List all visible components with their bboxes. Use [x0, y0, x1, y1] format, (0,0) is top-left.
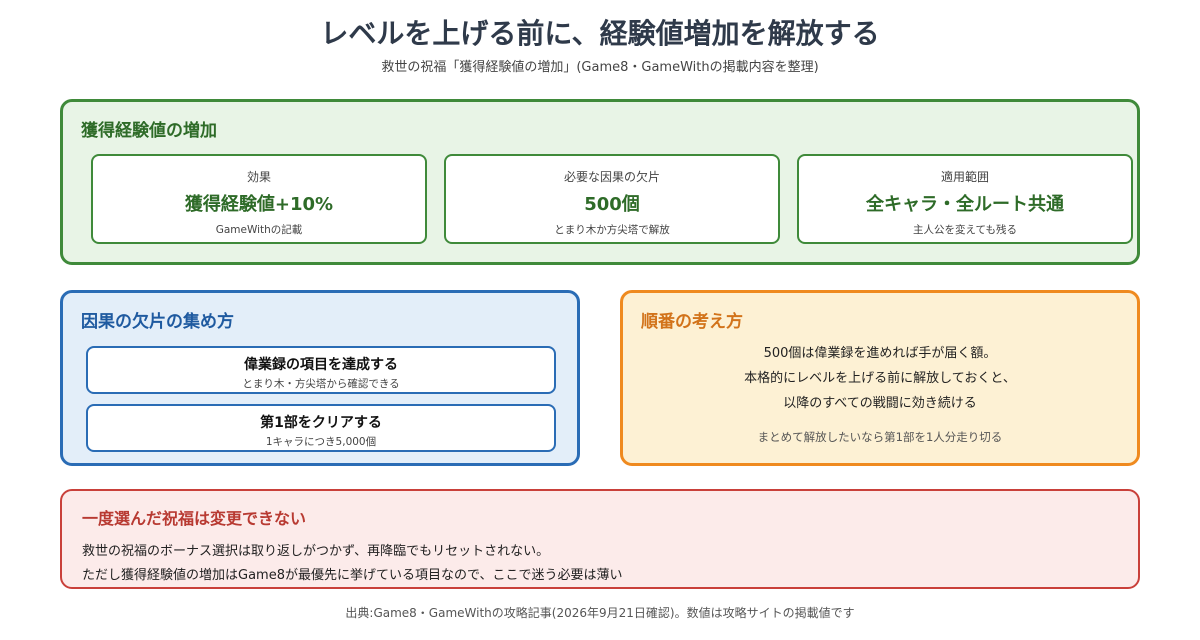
effect-label: 効果	[246, 170, 271, 184]
order-line: 本格的にレベルを上げる前に解放しておくと、	[744, 371, 1016, 386]
method-achievements-title: 偉業録の項目を達成する	[244, 357, 398, 373]
infographic-page: レベルを上げる前に、経験値増加を解放する 救世の祝福「獲得経験値の増加」(Gam…	[0, 0, 1200, 640]
scope-value: 全キャラ・全ルート共通	[866, 194, 1064, 215]
scope-note: 主人公を変えても残る	[913, 224, 1017, 236]
source-note: 出典:Game8・GameWithの攻略記事(2026年9月21日確認)。数値は…	[345, 606, 855, 620]
page-subtitle: 救世の祝福「獲得経験値の増加」(Game8・GameWithの掲載内容を整理)	[381, 60, 819, 75]
order-heading: 順番の考え方	[641, 312, 743, 332]
effect-value: 獲得経験値+10%	[184, 194, 334, 215]
warning-heading: 一度選んだ祝福は変更できない	[82, 509, 307, 528]
collect-fragments-panel: 因果の欠片の集め方 偉業録の項目を達成する とまり木・方尖塔から確認できる 第1…	[60, 290, 580, 466]
method-clear-part1-title: 第1部をクリアする	[260, 415, 382, 431]
method-clear-part1-note: 1キャラにつき5,000個	[265, 436, 377, 448]
scope-card: 適用範囲 全キャラ・全ルート共通 主人公を変えても残る	[797, 154, 1133, 244]
required-fragments-card: 必要な因果の欠片 500個 とまり木か方尖塔で解放	[444, 154, 780, 244]
exp-boost-panel: 獲得経験値の増加 効果 獲得経験値+10% GameWithの記載 必要な因果の…	[60, 99, 1140, 265]
order-line: 以降のすべての戦闘に効き続ける	[783, 396, 977, 411]
collect-fragments-heading: 因果の欠片の集め方	[81, 312, 234, 332]
required-fragments-value: 500個	[584, 194, 640, 215]
page-title: レベルを上げる前に、経験値増加を解放する	[320, 17, 880, 50]
warning-line: 救世の祝福のボーナス選択は取り返しがつかず、再降臨でもリセットされない。	[82, 544, 550, 559]
required-fragments-label: 必要な因果の欠片	[563, 170, 660, 184]
order-text: 500個は偉業録を進めれば手が届く額。 本格的にレベルを上げる前に解放しておくと…	[623, 341, 1137, 416]
method-clear-part1: 第1部をクリアする 1キャラにつき5,000個	[86, 404, 556, 452]
order-note: まとめて解放したいなら第1部を1人分走り切る	[757, 430, 1003, 444]
effect-card: 効果 獲得経験値+10% GameWithの記載	[91, 154, 427, 244]
scope-label: 適用範囲	[940, 170, 989, 184]
warning-line: ただし獲得経験値の増加はGame8が最優先に挙げている項目なので、ここで迷う必要…	[82, 568, 623, 583]
exp-boost-heading: 獲得経験値の増加	[81, 121, 217, 141]
order-line: 500個は偉業録を進めれば手が届く額。	[763, 346, 997, 361]
effect-note: GameWithの記載	[215, 224, 303, 236]
method-achievements: 偉業録の項目を達成する とまり木・方尖塔から確認できる	[86, 346, 556, 394]
required-fragments-note: とまり木か方尖塔で解放	[554, 224, 670, 236]
order-panel: 順番の考え方 500個は偉業録を進めれば手が届く額。 本格的にレベルを上げる前に…	[620, 290, 1140, 466]
warning-panel: 一度選んだ祝福は変更できない 救世の祝福のボーナス選択は取り返しがつかず、再降臨…	[60, 489, 1140, 589]
method-achievements-note: とまり木・方尖塔から確認できる	[242, 378, 400, 390]
